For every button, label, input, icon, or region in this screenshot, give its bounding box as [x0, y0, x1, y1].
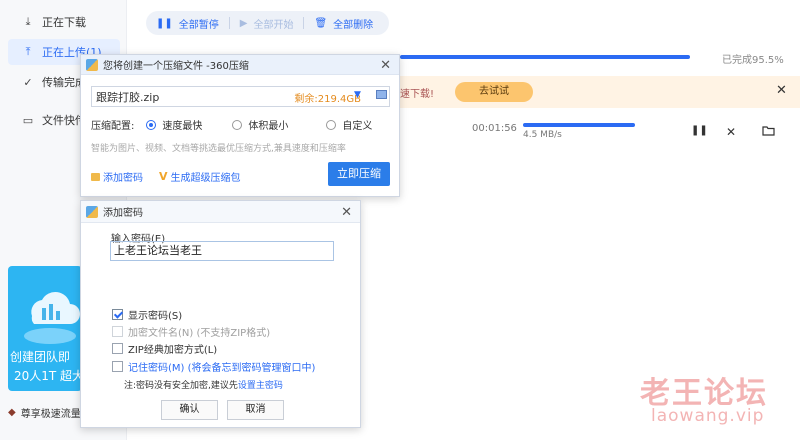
- promo-line-1: 创建团队即: [10, 350, 71, 364]
- add-password-dialog: 添加密码 ✕ 输入密码(E) 上老王论坛当老王 显示密码(S) 加密文件名(N)…: [80, 200, 361, 428]
- compress-dialog-title: 您将创建一个压缩文件 -360压缩: [103, 61, 249, 72]
- v-badge-icon: V: [159, 170, 168, 183]
- folder-icon[interactable]: [376, 90, 387, 99]
- option-fastest[interactable]: 速度最快: [146, 117, 202, 132]
- overall-progress-bar: [400, 55, 690, 59]
- sidebar-item-downloading[interactable]: ⤓ 正在下载: [8, 9, 120, 35]
- checkbox-icon: [112, 343, 123, 354]
- notice-banner: 速下载! 去试试 ✕: [400, 76, 800, 108]
- speed-upgrade[interactable]: ◆ 尊享极速流量: [8, 405, 81, 420]
- close-icon[interactable]: ✕: [776, 83, 787, 98]
- compress-now-button[interactable]: 立即压缩: [328, 162, 390, 186]
- config-hint: 智能为图片、视频、文档等挑选最优压缩方式,兼具速度和压缩率: [91, 144, 346, 154]
- option-label: 体积最小: [248, 121, 289, 132]
- close-icon[interactable]: ✕: [341, 205, 352, 220]
- compress-dialog: 您将创建一个压缩文件 -360压缩 ✕ 跟踪打胶.zip 剩余:219.4GB …: [80, 54, 400, 197]
- task-time: 00:01:56: [472, 123, 517, 134]
- remember-password-checkbox[interactable]: 记住密码(M) (将会备忘到密码管理窗口中): [112, 359, 315, 374]
- show-password-label: 显示密码(S): [128, 311, 183, 322]
- watermark-url: laowang.vip: [651, 406, 765, 426]
- pause-icon[interactable]: ❚❚: [691, 125, 708, 136]
- option-custom[interactable]: 自定义: [326, 117, 372, 132]
- encrypt-filename-checkbox[interactable]: 加密文件名(N) (不支持ZIP格式): [112, 324, 270, 339]
- checkbox-icon: [112, 326, 123, 337]
- zip-classic-label: ZIP经典加密方式(L): [128, 345, 218, 356]
- remember-password-label: 记住密码(M) (将会备忘到密码管理窗口中): [128, 363, 316, 374]
- speed-label: 尊享极速流量: [20, 409, 81, 420]
- compress-config-row: 压缩配置: 速度最快 体积最小 自定义: [91, 117, 372, 132]
- pause-icon: ❚❚: [156, 17, 173, 29]
- show-password-checkbox[interactable]: 显示密码(S): [112, 307, 182, 322]
- check-circle-icon: ✓: [23, 75, 33, 89]
- set-master-password-link[interactable]: 设置主密码: [238, 381, 283, 391]
- radio-icon: [232, 119, 243, 130]
- start-all-label: 全部开始: [253, 19, 294, 31]
- password-dialog-titlebar: 添加密码: [81, 201, 360, 223]
- make-super-archive-link[interactable]: 生成超级压缩包: [171, 169, 241, 184]
- pause-all-label: 全部暂停: [178, 19, 219, 31]
- app-logo-icon: [86, 205, 98, 218]
- radio-selected-icon: [146, 119, 157, 130]
- try-button[interactable]: 去试试: [455, 82, 533, 102]
- config-label: 压缩配置:: [91, 121, 135, 132]
- monitor-icon: ▭: [22, 113, 34, 127]
- password-dialog-title: 添加密码: [103, 208, 143, 219]
- delete-all-label: 全部删除: [333, 19, 374, 31]
- compress-dialog-titlebar: 您将创建一个压缩文件 -360压缩: [81, 55, 399, 75]
- archive-name-value: 跟踪打胶.zip: [96, 90, 160, 104]
- ok-button[interactable]: 确认: [161, 400, 218, 420]
- folder-icon[interactable]: [762, 125, 775, 139]
- promo-text-area: 创建团队即 20人1T 超大: [8, 266, 82, 391]
- promo-line-2: 20人1T 超大: [14, 369, 82, 383]
- checkbox-checked-icon: [112, 309, 123, 320]
- option-label: 自定义: [342, 121, 373, 132]
- password-input[interactable]: 上老王论坛当老王: [110, 241, 334, 261]
- radio-icon: [326, 119, 337, 130]
- dropdown-arrow-icon[interactable]: ▼: [354, 90, 361, 100]
- option-smallest[interactable]: 体积最小: [232, 117, 288, 132]
- delete-all-button[interactable]: 🗑 全部删除: [304, 16, 383, 31]
- download-icon: ⤓: [25, 15, 31, 28]
- options-links: 添加密码 V 生成超级压缩包: [91, 169, 241, 184]
- close-icon[interactable]: ✕: [726, 125, 736, 139]
- diamond-icon: ◆: [8, 407, 16, 418]
- note-text: 注:密码没有安全加密,建议先: [124, 381, 238, 391]
- close-icon[interactable]: ✕: [380, 58, 391, 73]
- sidebar-item-label: 正在下载: [42, 16, 86, 29]
- archive-name-field[interactable]: 跟踪打胶.zip 剩余:219.4GB: [91, 86, 390, 107]
- task-speed: 4.5 MB/s: [523, 130, 562, 140]
- notice-text: 速下载!: [400, 89, 435, 100]
- cancel-button[interactable]: 取消: [227, 400, 284, 420]
- overall-progress-text: 已完成95.5%: [722, 55, 784, 66]
- encrypt-filename-label: 加密文件名(N) (不支持ZIP格式): [128, 328, 271, 339]
- transfer-toolbar: ❚❚ 全部暂停 ▶ 全部开始 🗑 全部删除: [146, 11, 389, 35]
- upload-icon: ⤒: [25, 45, 31, 58]
- password-note: 注:密码没有安全加密,建议先设置主密码: [124, 378, 283, 391]
- start-all-button[interactable]: ▶ 全部开始: [230, 16, 304, 31]
- task-progress-bar: [523, 123, 635, 127]
- add-password-link[interactable]: 添加密码: [103, 169, 143, 184]
- play-icon: ▶: [239, 17, 248, 29]
- lock-icon: [91, 172, 100, 181]
- pause-all-button[interactable]: ❚❚ 全部暂停: [146, 16, 229, 31]
- option-label: 速度最快: [162, 121, 203, 132]
- zip-classic-checkbox[interactable]: ZIP经典加密方式(L): [112, 341, 217, 356]
- remaining-space: 剩余:219.4GB: [294, 94, 361, 105]
- trash-icon: 🗑: [314, 17, 328, 29]
- checkbox-icon: [112, 361, 123, 372]
- app-logo-icon: [86, 58, 98, 71]
